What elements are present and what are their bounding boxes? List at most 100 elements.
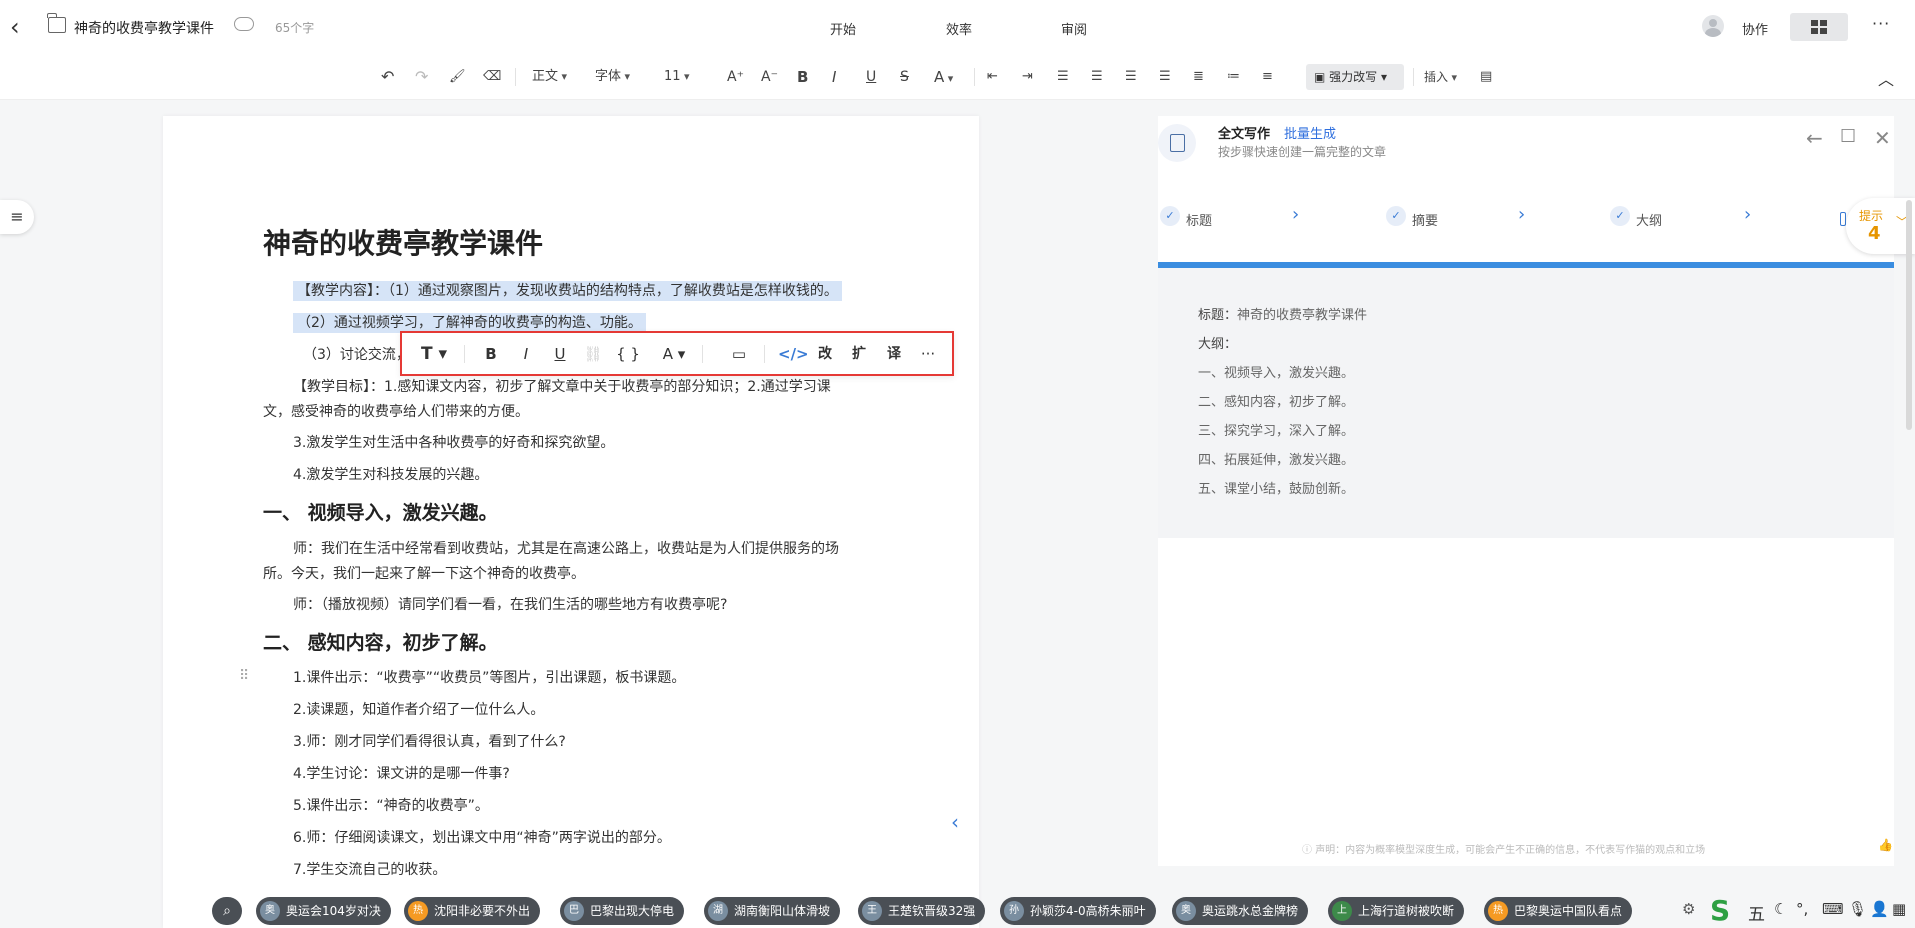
doc-paragraph[interactable]: 所。今天，我们一起来了解一下这个神奇的收费亭。 — [263, 563, 585, 583]
rewrite-button[interactable]: 改 — [814, 343, 836, 365]
step-title[interactable]: 标题 — [1186, 210, 1212, 229]
news-item[interactable]: 奥奥运跳水总金牌榜 — [1172, 897, 1309, 925]
doc-paragraph[interactable]: 3.激发学生对生活中各种收费亭的好奇和探究欲望。 — [293, 432, 614, 452]
font-size-select[interactable]: 11 — [664, 66, 690, 88]
feedback-icon[interactable]: 👍 — [1878, 838, 1893, 852]
align-justify-icon[interactable]: ☰ — [1159, 66, 1171, 88]
font-family-select[interactable]: 字体 — [595, 66, 630, 88]
microphone-icon[interactable]: 🎙 — [1848, 900, 1867, 918]
selected-text[interactable]: 【教学内容】：（1）通过观察图片，发现收费站的结构特点，了解收费站是怎样收钱的。 — [293, 281, 842, 301]
expand-button[interactable]: 扩 — [848, 343, 870, 365]
news-item[interactable]: 孙孙颖莎4-0高桥朱丽叶 — [1000, 897, 1156, 925]
bold-icon[interactable]: B — [480, 343, 502, 365]
document-title[interactable]: 神奇的收费亭教学课件 — [74, 18, 214, 38]
font-color-icon[interactable]: A — [934, 66, 953, 88]
underline-icon[interactable]: U — [549, 343, 571, 365]
scrollbar[interactable] — [1906, 200, 1912, 430]
collapse-panel-chevron-icon[interactable]: ‹ — [951, 810, 959, 834]
step-outline[interactable]: 大纲 — [1636, 210, 1662, 229]
doc-paragraph[interactable]: 2.读课题，知道作者介绍了一位什么人。 — [293, 699, 544, 719]
outdent-icon[interactable]: ⇤ — [987, 66, 998, 88]
settings-gear-icon[interactable]: ⚙ — [1682, 900, 1695, 918]
news-item[interactable]: 巴巴黎出现大停电 — [560, 897, 685, 925]
align-right-icon[interactable]: ☰ — [1125, 66, 1137, 88]
translate-button[interactable]: 译 — [883, 343, 905, 365]
folder-icon[interactable] — [47, 13, 66, 33]
doc-paragraph[interactable]: 1.课件出示：“收费亭”“收费员”等图片，引出课题，板书课题。 — [293, 667, 685, 687]
italic-icon[interactable]: I — [832, 66, 836, 88]
back-chevron-icon[interactable]: ‹ — [10, 14, 34, 40]
doc-paragraph[interactable]: 4.激发学生对科技发展的兴趣。 — [293, 464, 488, 484]
cloud-sync-icon[interactable] — [234, 17, 254, 31]
ordered-list-icon[interactable]: ≔ — [1227, 66, 1240, 88]
code-icon[interactable]: </> — [778, 343, 809, 365]
doc-heading[interactable]: 神奇的收费亭教学课件 — [263, 222, 543, 262]
bullet-list-icon[interactable]: ≡ — [1262, 66, 1273, 88]
document-page[interactable]: 神奇的收费亭教学课件 【教学内容】：（1）通过观察图片，发现收费站的结构特点，了… — [163, 116, 979, 928]
user-icon[interactable]: 👤 — [1870, 900, 1889, 918]
font-decrease-icon[interactable]: A⁻ — [761, 66, 778, 88]
bold-icon[interactable]: B — [797, 66, 808, 88]
news-item[interactable]: 热巴黎奥运中国队看点 — [1484, 897, 1633, 925]
indent-icon[interactable]: ⇥ — [1022, 66, 1033, 88]
news-item[interactable]: 奥奥运会104岁对决 — [256, 897, 391, 925]
ime-mode[interactable]: 五 — [1748, 900, 1765, 925]
tab-review[interactable]: 审阅 — [1061, 19, 1087, 38]
align-left-icon[interactable]: ☰ — [1057, 66, 1069, 88]
strikethrough-icon[interactable]: S — [900, 66, 909, 88]
template-icon[interactable]: ▤ — [1480, 66, 1492, 88]
doc-paragraph[interactable]: 文，感受神奇的收费亭给人们带来的方便。 — [263, 401, 529, 421]
news-item[interactable]: 湖湖南衡阳山体滑坡 — [704, 897, 841, 925]
batch-generate-link[interactable]: 批量生成 — [1284, 123, 1336, 142]
doc-paragraph[interactable]: 5.课件出示：“神奇的收费亭”。 — [293, 795, 489, 815]
moon-icon[interactable]: ☾ — [1774, 900, 1787, 918]
doc-paragraph[interactable]: （3）讨论交流， — [303, 344, 410, 364]
hint-badge[interactable]: 提示 4 ﹀ — [1846, 198, 1915, 254]
drag-handle-icon[interactable]: ⠿ — [239, 668, 249, 684]
tab-start[interactable]: 开始 — [830, 19, 856, 38]
eraser-icon[interactable]: ⌫ — [483, 66, 501, 88]
doc-paragraph[interactable]: （2）通过视频学习，了解神奇的收费亭的构造、功能。 — [293, 312, 646, 333]
news-item[interactable]: 上上海行道树被吹断 — [1328, 897, 1465, 925]
code-braces-icon[interactable]: { } — [616, 343, 640, 365]
line-spacing-icon[interactable]: ≣ — [1193, 66, 1204, 88]
more-icon[interactable]: ··· — [1872, 14, 1890, 33]
close-icon[interactable]: ✕ — [1874, 126, 1891, 150]
punctuation-icon[interactable]: °, — [1796, 900, 1808, 918]
align-center-icon[interactable]: ☰ — [1091, 66, 1103, 88]
news-item[interactable]: 王王楚钦晋级32强 — [858, 897, 986, 925]
comment-icon[interactable]: ▭ — [728, 343, 750, 365]
italic-icon[interactable]: I — [515, 343, 537, 365]
layout-grid-button[interactable] — [1790, 13, 1848, 41]
doc-paragraph[interactable]: 师：我们在生活中经常看到收费站，尤其是在高速公路上，收费站是为人们提供服务的场 — [293, 538, 839, 558]
sogou-ime-icon[interactable]: S — [1710, 896, 1740, 926]
paragraph-style-select[interactable]: 正文 — [532, 66, 567, 88]
text-style-dropdown-icon[interactable]: T ▾ — [412, 343, 456, 365]
doc-paragraph[interactable]: 【教学内容】：（1）通过观察图片，发现收费站的结构特点，了解收费站是怎样收钱的。 — [293, 280, 842, 301]
apps-grid-icon[interactable]: ▦ — [1892, 900, 1906, 918]
step-abstract[interactable]: 摘要 — [1412, 210, 1438, 229]
undo-icon[interactable]: ↶ — [381, 66, 394, 88]
doc-paragraph[interactable]: 4.学生讨论：课文讲的是哪一件事? — [293, 763, 510, 783]
keyboard-icon[interactable]: ⌨ — [1822, 900, 1844, 918]
avatar[interactable] — [1702, 15, 1724, 37]
search-icon[interactable]: ⌕ — [212, 897, 242, 925]
strong-rewrite-button[interactable]: ▣ 强力改写 ▾ — [1306, 64, 1404, 90]
news-item[interactable]: 热沈阳非必要不外出 — [404, 897, 541, 925]
font-color-icon[interactable]: A ▾ — [654, 343, 694, 365]
doc-section-heading[interactable]: 一、 视频导入，激发兴趣。 — [263, 498, 498, 525]
underline-icon[interactable]: U — [866, 66, 876, 88]
redo-icon[interactable]: ↷ — [415, 66, 428, 88]
tab-efficiency[interactable]: 效率 — [946, 19, 972, 38]
link-icon[interactable]: ⛓ — [582, 343, 604, 365]
back-arrow-icon[interactable]: ← — [1806, 126, 1823, 150]
doc-paragraph[interactable]: 【教学目标】：1.感知课文内容，初步了解文章中关于收费亭的部分知识；2.通过学习… — [293, 376, 831, 396]
format-painter-icon[interactable]: 🖌 — [449, 66, 466, 88]
doc-paragraph[interactable]: 6.师：仔细阅读课文，划出课文中用“神奇”两字说出的部分。 — [293, 827, 671, 847]
selected-text[interactable]: （2）通过视频学习，了解神奇的收费亭的构造、功能。 — [293, 313, 646, 333]
collab-button[interactable]: 协作 — [1742, 19, 1768, 38]
doc-section-heading[interactable]: 二、 感知内容，初步了解。 — [263, 628, 498, 655]
maximize-icon[interactable]: ☐ — [1840, 126, 1856, 147]
doc-paragraph[interactable]: 师：（播放视频）请同学们看一看，在我们生活的哪些地方有收费亭呢? — [293, 594, 727, 614]
doc-paragraph[interactable]: 7.学生交流自己的收获。 — [293, 859, 446, 879]
